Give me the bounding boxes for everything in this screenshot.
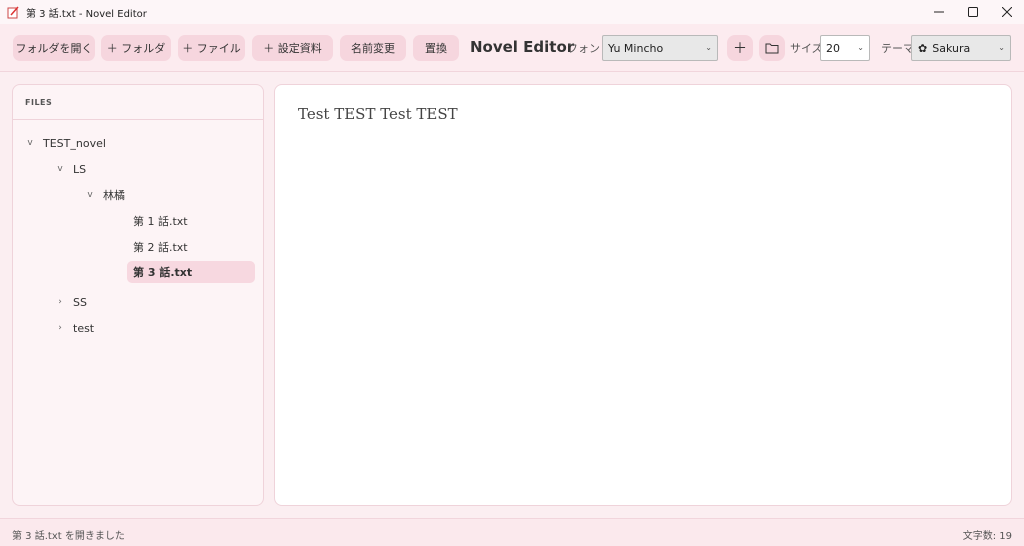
new-setting-material-button[interactable]: ＋ 設定資料 [252,35,333,61]
chevron-down-icon: v [57,164,63,174]
font-select-value: Yu Mincho [608,41,664,55]
chevron-down-icon: ⌄ [705,43,712,52]
chevron-down-icon: ⌄ [998,43,1005,52]
files-header: FILES [13,85,263,120]
chevron-down-icon: ⌄ [857,43,864,52]
tree-item-label: 林橘 [103,189,125,202]
sakura-icon: ✿ [918,41,928,55]
close-button[interactable] [990,0,1024,24]
text-editor[interactable]: Test TEST Test TEST [274,84,1012,506]
toolbar: フォルダを開く ＋ フォルダ ＋ ファイル ＋ 設定資料 名前変更 置換 Nov… [0,24,1024,72]
tree-item-label: TEST_novel [43,136,106,150]
maximize-button[interactable] [956,0,990,24]
replace-button[interactable]: 置換 [413,35,459,61]
tree-folder-test-novel[interactable]: v TEST_novel [25,132,255,154]
size-select-value: 20 [826,41,840,55]
tree-folder-rinkitsu[interactable]: v 林橘 [85,184,255,206]
tree-item-label: 第 2 話.txt [133,241,188,254]
folder-icon [765,43,779,54]
app-icon [6,5,20,19]
title-bar: 第 3 話.txt - Novel Editor [0,0,1024,24]
chevron-down-icon: v [27,138,33,148]
tree-file-episode-1[interactable]: 第 1 話.txt [127,210,255,232]
tree-folder-ls[interactable]: v LS [55,158,255,180]
theme-select-value: Sakura [932,41,971,55]
tree-item-label: 第 3 話.txt [133,266,193,279]
folder-button[interactable] [759,35,785,61]
status-message: 第 3 話.txt を開きました [12,531,125,542]
editor-content[interactable]: Test TEST Test TEST [298,105,458,123]
new-file-button[interactable]: ＋ ファイル [178,35,245,61]
size-label: サイズ [790,42,823,55]
new-folder-button[interactable]: ＋ フォルダ [101,35,171,61]
open-folder-button[interactable]: フォルダを開く [13,35,95,61]
tree-file-episode-3[interactable]: 第 3 話.txt [127,261,255,283]
window-title: 第 3 話.txt - Novel Editor [26,8,147,20]
add-button[interactable]: ＋ [727,35,753,61]
theme-select[interactable]: ✿ Sakura ⌄ [911,35,1011,61]
tree-item-label: LS [73,162,87,176]
font-select[interactable]: Yu Mincho ⌄ [602,35,718,61]
tree-folder-test[interactable]: › test [55,317,255,339]
plus-icon: ＋ [733,41,747,57]
close-icon [1002,7,1012,17]
tree-item-label: test [73,321,95,335]
chevron-down-icon: v [87,190,93,200]
status-bar: 第 3 話.txt を開きました 文字数: 19 [0,518,1024,546]
tree-item-label: 第 1 話.txt [133,215,188,228]
minimize-icon [934,11,944,13]
app-title: Novel Editor [470,38,575,56]
minimize-button[interactable] [922,0,956,24]
tree-item-label: SS [73,295,87,309]
chevron-right-icon: › [58,297,62,307]
chevron-right-icon: › [58,323,62,333]
theme-label: テーマ [881,42,914,55]
file-explorer: FILES v TEST_novel v LS v 林橘 第 1 話.txt 第… [12,84,264,506]
maximize-icon [968,7,978,17]
tree-file-episode-2[interactable]: 第 2 話.txt [127,236,255,258]
character-count: 文字数: 19 [962,531,1012,542]
size-select[interactable]: 20 ⌄ [820,35,870,61]
rename-button[interactable]: 名前変更 [340,35,406,61]
tree-folder-ss[interactable]: › SS [55,291,255,313]
